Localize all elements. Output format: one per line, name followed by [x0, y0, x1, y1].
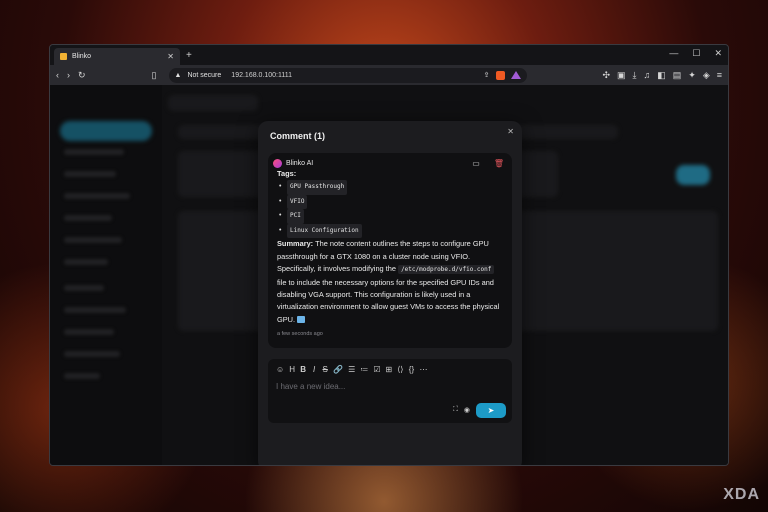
- wallet-icon[interactable]: ▤: [673, 70, 682, 81]
- tag-linux-configuration: Linux Configuration: [287, 223, 362, 239]
- fullscreen-icon[interactable]: ⛶: [453, 406, 458, 414]
- list-item: VFIO: [277, 194, 504, 210]
- comment-author: Blinko AI: [286, 160, 314, 167]
- tab-blinko[interactable]: Blinko ✕: [54, 48, 180, 65]
- code-block-icon[interactable]: {}: [408, 365, 414, 374]
- bullet-list-icon[interactable]: ☰: [348, 365, 355, 374]
- tag-pci: PCI: [287, 209, 304, 224]
- checklist-icon[interactable]: ☑: [373, 365, 380, 374]
- menu-icon[interactable]: ≡: [717, 70, 722, 81]
- security-label: Not secure: [187, 71, 222, 79]
- screenshot-icon[interactable]: ▣: [617, 70, 626, 81]
- new-tab-button[interactable]: +: [186, 50, 192, 61]
- editor-toolbar: ☺ H B I S 🔗 ☰ ≔ ☑ ⊞ ⟨⟩ {} ⋯: [276, 365, 504, 374]
- summary-paragraph: Summary: The note content outlines the s…: [277, 238, 504, 326]
- browser-window: Blinko ✕ + — ☐ ✕ ‹ › ↻ ▯ ▲ Not secure 19…: [49, 44, 729, 466]
- italic-icon[interactable]: I: [311, 365, 317, 374]
- summary-code: /etc/modprobe.d/vfio.conf: [398, 265, 495, 275]
- maximize-icon[interactable]: ☐: [692, 48, 700, 59]
- comment-card: Blinko AI ▭ 🗑 Tags: GPU Passthrough VFIO…: [268, 153, 512, 348]
- window-close-icon[interactable]: ✕: [714, 48, 722, 59]
- url-text: 192.168.0.100:1111: [231, 71, 293, 79]
- brave-shields-icon[interactable]: [495, 70, 505, 80]
- list-item: Linux Configuration: [277, 223, 504, 239]
- xda-watermark: XDA: [723, 486, 760, 503]
- tab-bar: Blinko ✕ + — ☐ ✕: [50, 45, 728, 65]
- summary-text-2: file to include the necessary options fo…: [277, 277, 500, 324]
- share-icon[interactable]: ⇪: [484, 71, 490, 79]
- comment-body: Tags: GPU Passthrough VFIO PCI Linux Con…: [273, 168, 504, 341]
- emoji-icon[interactable]: ☺: [276, 365, 284, 374]
- preview-eye-icon[interactable]: ◉: [464, 406, 470, 414]
- toolbar-right-icons: ✣ ▣ ⤓ ♫ ◧ ▤ ✦ ◈ ≡: [602, 70, 722, 81]
- more-icon[interactable]: ⋯: [419, 365, 427, 374]
- blinko-ai-avatar-icon: [273, 159, 282, 168]
- address-bar[interactable]: ▲ Not secure 192.168.0.100:1111 ⇪: [168, 67, 527, 83]
- bookmark-icon[interactable]: ▯: [152, 70, 157, 81]
- browser-toolbar: ‹ › ↻ ▯ ▲ Not secure 192.168.0.100:1111 …: [50, 65, 728, 85]
- delete-icon[interactable]: 🗑: [494, 159, 504, 168]
- tab-close-icon[interactable]: ✕: [167, 52, 174, 61]
- window-controls: — ☐ ✕: [669, 48, 722, 59]
- sidebar-icon[interactable]: ◧: [657, 70, 666, 81]
- comment-timestamp: a few seconds ago: [277, 331, 323, 338]
- forward-icon[interactable]: ›: [67, 70, 70, 80]
- reply-icon[interactable]: ▭: [472, 159, 480, 168]
- modal-close-icon[interactable]: ✕: [507, 127, 514, 136]
- heading-icon[interactable]: H: [289, 365, 295, 374]
- list-item: PCI: [277, 209, 504, 224]
- code-icon[interactable]: ⟨⟩: [397, 365, 403, 374]
- back-icon[interactable]: ‹: [56, 70, 59, 80]
- computer-emoji-icon: [297, 315, 306, 323]
- strikethrough-icon[interactable]: S: [322, 365, 328, 374]
- page-content: Comment (1) ✕ Blinko AI ▭ 🗑 Tags: GPU Pa…: [50, 85, 728, 465]
- tab-title: Blinko: [72, 53, 92, 60]
- link-icon[interactable]: 🔗: [333, 365, 343, 374]
- table-icon[interactable]: ⊞: [385, 365, 392, 374]
- blinko-favicon-icon: [60, 53, 67, 60]
- modal-title: Comment (1): [270, 131, 326, 141]
- idea-input[interactable]: I have a new idea...: [276, 382, 476, 391]
- bold-icon[interactable]: B: [300, 365, 306, 374]
- leo-icon[interactable]: ✦: [688, 70, 696, 81]
- tag-gpu-passthrough: GPU Passthrough: [287, 180, 348, 195]
- brave-rewards-icon[interactable]: [510, 71, 521, 79]
- tag-list: GPU Passthrough VFIO PCI Linux Configura…: [277, 180, 504, 239]
- vpn-icon[interactable]: ◈: [703, 70, 710, 81]
- comment-header: Blinko AI ▭ 🗑: [273, 159, 504, 168]
- list-item: GPU Passthrough: [277, 180, 504, 195]
- send-button[interactable]: ➤: [476, 402, 506, 418]
- minimize-icon[interactable]: —: [669, 48, 678, 59]
- tag-vfio: VFIO: [287, 194, 308, 210]
- tags-label: Tags:: [277, 169, 297, 178]
- download-icon[interactable]: ⤓: [633, 70, 637, 81]
- editor-actions: ⛶ ◉ ➤: [453, 402, 506, 418]
- media-icon[interactable]: ♫: [643, 70, 650, 81]
- reload-icon[interactable]: ↻: [78, 70, 86, 81]
- extensions-icon[interactable]: ✣: [602, 70, 610, 81]
- numbered-list-icon[interactable]: ≔: [360, 365, 368, 374]
- comment-editor: ☺ H B I S 🔗 ☰ ≔ ☑ ⊞ ⟨⟩ {} ⋯ I have a new…: [268, 358, 512, 423]
- summary-label: Summary:: [277, 239, 314, 249]
- warning-icon: ▲: [174, 71, 182, 79]
- comment-modal: Comment (1) ✕ Blinko AI ▭ 🗑 Tags: GPU Pa…: [258, 121, 522, 465]
